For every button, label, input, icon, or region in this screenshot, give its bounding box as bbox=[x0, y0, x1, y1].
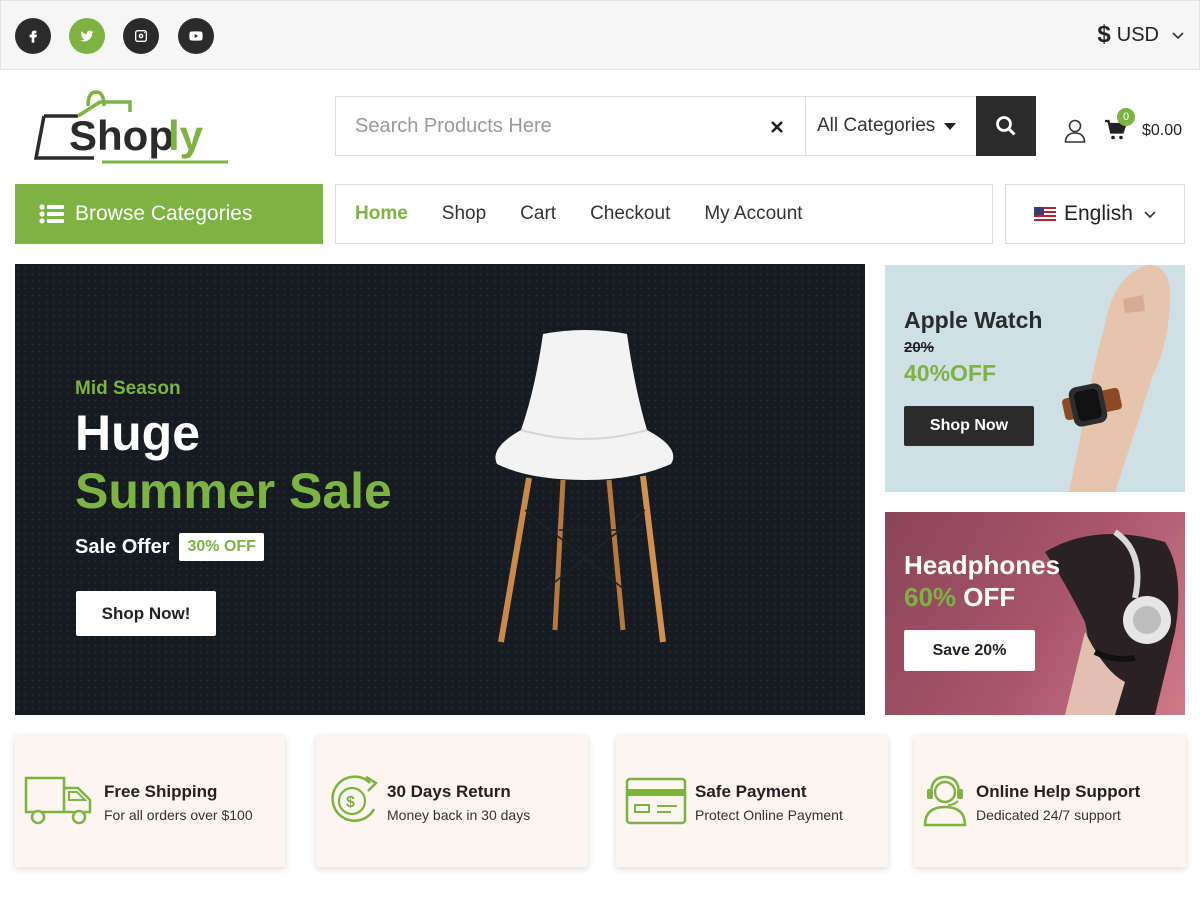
search-icon bbox=[996, 116, 1016, 136]
youtube-icon bbox=[189, 31, 203, 41]
close-icon bbox=[771, 121, 783, 133]
twitter-icon bbox=[80, 30, 94, 42]
caret-down-icon bbox=[944, 122, 957, 130]
clear-search-button[interactable] bbox=[766, 116, 788, 138]
feature-title: 30 Days Return bbox=[387, 782, 511, 801]
us-flag-icon bbox=[1034, 207, 1056, 221]
category-select-value: All Categories bbox=[817, 115, 936, 136]
headphones-banner-discount: 60% OFF bbox=[904, 582, 1015, 613]
hero-offer-label: Sale Offer bbox=[75, 535, 170, 558]
svg-text:Shop: Shop bbox=[69, 112, 174, 159]
top-bar: $ USD bbox=[0, 0, 1200, 70]
currency-code: USD bbox=[1116, 23, 1159, 46]
headphones-save-button[interactable]: Save 20% bbox=[904, 630, 1035, 671]
headphones-banner: Headphones 60% OFF Save 20% bbox=[885, 512, 1185, 715]
feature-free-shipping: Free Shipping For all orders over $100 bbox=[15, 735, 285, 867]
category-select[interactable]: All Categories bbox=[805, 97, 976, 155]
svg-text:$: $ bbox=[346, 794, 355, 811]
main-nav: Home Shop Cart Checkout My Account bbox=[335, 184, 993, 244]
shopping-bag-logo-icon: Shop ly bbox=[33, 90, 228, 164]
feature-desc: Protect Online Payment bbox=[695, 807, 843, 823]
hero-shop-now-button[interactable]: Shop Now! bbox=[76, 591, 216, 636]
cart-total: $0.00 bbox=[1142, 122, 1183, 139]
hero-banner: Mid Season Huge Summer Sale Sale Offer 3… bbox=[15, 264, 865, 715]
headphones-model-image bbox=[1045, 529, 1179, 715]
headphones-discount-value: 60% bbox=[904, 582, 957, 612]
instagram-link[interactable] bbox=[123, 18, 159, 54]
feature-safe-payment: Safe Payment Protect Online Payment bbox=[616, 735, 888, 867]
truck-icon bbox=[24, 776, 92, 825]
nav-shop[interactable]: Shop bbox=[442, 203, 486, 225]
headphones-discount-suffix: OFF bbox=[963, 582, 1016, 612]
search-button[interactable] bbox=[976, 96, 1036, 156]
search-bar: All Categories bbox=[335, 96, 1036, 156]
language-label: English bbox=[1064, 202, 1133, 225]
chair-image bbox=[495, 330, 674, 643]
nav-cart[interactable]: Cart bbox=[520, 203, 556, 225]
chevron-down-icon bbox=[1172, 32, 1184, 40]
feature-title: Safe Payment bbox=[695, 782, 807, 801]
feature-returns: $ 30 Days Return Money back in 30 days bbox=[316, 735, 588, 867]
headphones-banner-title: Headphones bbox=[904, 550, 1061, 580]
feature-desc: Money back in 30 days bbox=[387, 807, 531, 823]
currency-selector[interactable]: $ USD bbox=[1097, 21, 1185, 49]
language-selector[interactable]: English bbox=[1005, 184, 1185, 244]
user-icon bbox=[1064, 119, 1086, 143]
browse-categories-label: Browse Categories bbox=[75, 202, 253, 225]
instagram-icon bbox=[135, 30, 147, 42]
feature-desc: For all orders over $100 bbox=[104, 807, 253, 823]
nav-checkout[interactable]: Checkout bbox=[590, 203, 670, 225]
hero-title-line2: Summer Sale bbox=[75, 463, 392, 519]
credit-card-icon bbox=[625, 777, 687, 825]
facebook-icon bbox=[29, 30, 37, 43]
feature-desc: Dedicated 24/7 support bbox=[976, 807, 1121, 823]
twitter-link[interactable] bbox=[69, 18, 105, 54]
chevron-down-icon bbox=[1144, 211, 1156, 219]
youtube-link[interactable] bbox=[178, 18, 214, 54]
facebook-link[interactable] bbox=[15, 18, 51, 54]
search-input[interactable] bbox=[336, 97, 805, 155]
svg-text:ly: ly bbox=[168, 112, 204, 159]
site-logo[interactable]: Shop ly bbox=[32, 90, 237, 164]
feature-title: Free Shipping bbox=[104, 782, 218, 801]
nav-my-account[interactable]: My Account bbox=[704, 203, 802, 225]
hero-offer: Sale Offer 30% OFF bbox=[75, 533, 264, 561]
cart-button[interactable]: 0 $0.00 bbox=[1104, 108, 1194, 148]
account-button[interactable] bbox=[1062, 118, 1088, 144]
watch-banner-old-discount: 20% bbox=[904, 339, 935, 356]
wrist-watch-image bbox=[1062, 265, 1171, 492]
hero-subtitle: Mid Season bbox=[75, 378, 181, 399]
browse-categories-button[interactable]: Browse Categories bbox=[15, 184, 323, 244]
currency-symbol: $ bbox=[1097, 21, 1111, 48]
feature-title: Online Help Support bbox=[976, 782, 1141, 801]
list-icon bbox=[39, 204, 64, 224]
apple-watch-banner: Apple Watch 20% 40%OFF Shop Now bbox=[885, 265, 1185, 492]
watch-banner-discount: 40%OFF bbox=[904, 360, 997, 386]
hero-title-line1: Huge bbox=[75, 405, 200, 461]
nav-home[interactable]: Home bbox=[355, 203, 408, 225]
hero-offer-badge: 30% OFF bbox=[179, 533, 264, 561]
watch-banner-title: Apple Watch bbox=[904, 307, 1043, 333]
cart-count-badge: 0 bbox=[1117, 108, 1135, 126]
watch-shop-now-button[interactable]: Shop Now bbox=[904, 406, 1034, 446]
feature-support: Online Help Support Dedicated 24/7 suppo… bbox=[914, 735, 1186, 867]
